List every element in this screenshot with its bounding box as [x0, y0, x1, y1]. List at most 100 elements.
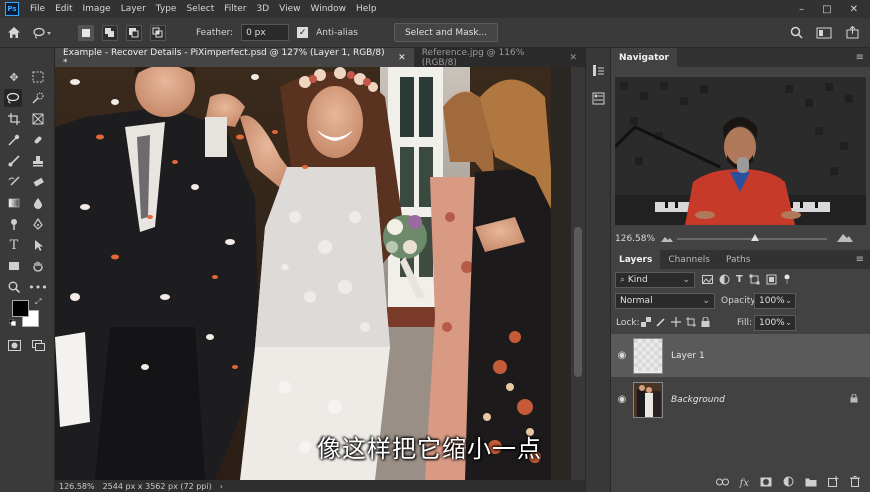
- tab-channels[interactable]: Channels: [660, 250, 718, 269]
- quick-selection-tool-icon[interactable]: [29, 89, 47, 107]
- history-panel-icon[interactable]: [592, 64, 605, 77]
- subtract-from-selection-button[interactable]: [126, 24, 142, 41]
- shape-filter-icon[interactable]: [749, 274, 760, 288]
- dodge-tool-icon[interactable]: [5, 215, 23, 233]
- zoom-in-mountain-icon[interactable]: [837, 231, 853, 243]
- layer-row-layer-1[interactable]: ◉ Layer 1: [611, 334, 870, 377]
- healing-brush-tool-icon[interactable]: [29, 131, 47, 149]
- menu-3d[interactable]: 3D: [252, 4, 275, 14]
- filter-toggle-icon[interactable]: [783, 274, 791, 288]
- tab-layers[interactable]: Layers: [611, 250, 661, 269]
- tab-reference-document[interactable]: Reference.jpg @ 116% (RGB/8) ✕: [414, 48, 585, 68]
- swap-colors-icon[interactable]: ⤢: [35, 297, 41, 307]
- delete-layer-trash-icon[interactable]: [850, 476, 860, 490]
- path-selection-tool-icon[interactable]: [29, 236, 47, 254]
- clone-stamp-tool-icon[interactable]: [29, 152, 47, 170]
- eyedropper-tool-icon[interactable]: [5, 131, 23, 149]
- add-layer-mask-icon[interactable]: [760, 477, 772, 490]
- scrollbar-thumb[interactable]: [574, 227, 582, 377]
- menu-edit[interactable]: Edit: [50, 4, 77, 14]
- layer-row-background[interactable]: ◉ Background: [611, 378, 870, 421]
- lasso-tool-icon[interactable]: [4, 89, 22, 107]
- lock-image-pixels-icon[interactable]: [656, 317, 666, 330]
- layer-visibility-eye-icon[interactable]: ◉: [611, 350, 633, 361]
- menu-type[interactable]: Type: [151, 4, 182, 14]
- layers-menu-icon[interactable]: ≡: [856, 254, 864, 265]
- add-to-selection-button[interactable]: [102, 24, 118, 41]
- status-menu-arrow[interactable]: ›: [220, 482, 223, 491]
- minimize-button[interactable]: –: [799, 4, 804, 15]
- feather-input[interactable]: [241, 24, 290, 41]
- close-tab-icon[interactable]: ✕: [569, 53, 577, 63]
- menu-image[interactable]: Image: [78, 4, 116, 14]
- maximize-button[interactable]: □: [822, 4, 831, 15]
- share-icon[interactable]: [844, 25, 860, 41]
- navigator-zoom-slider-handle[interactable]: [751, 234, 759, 241]
- gradient-tool-icon[interactable]: [5, 194, 23, 212]
- tab-example-document[interactable]: Example - Recover Details - PiXimperfect…: [55, 48, 414, 68]
- menu-layer[interactable]: Layer: [116, 4, 151, 14]
- fill-input[interactable]: 100% ⌄: [754, 315, 796, 331]
- new-group-folder-icon[interactable]: [805, 477, 817, 490]
- layer-visibility-eye-icon[interactable]: ◉: [611, 394, 633, 405]
- navigator-menu-icon[interactable]: ≡: [856, 52, 864, 63]
- blur-tool-icon[interactable]: [29, 194, 47, 212]
- new-layer-icon[interactable]: [828, 476, 839, 490]
- opacity-input[interactable]: 100% ⌄: [754, 293, 796, 309]
- type-tool-icon[interactable]: T: [5, 236, 23, 254]
- zoom-level[interactable]: 126.58%: [59, 482, 95, 491]
- quick-mask-icon[interactable]: [5, 336, 23, 354]
- brush-tool-icon[interactable]: [5, 152, 23, 170]
- history-brush-tool-icon[interactable]: [5, 173, 23, 191]
- navigator-zoom-value[interactable]: 126.58%: [615, 234, 655, 244]
- document-canvas[interactable]: 像这样把它缩小一点: [55, 67, 571, 480]
- menu-file[interactable]: File: [25, 4, 50, 14]
- search-icon[interactable]: [788, 25, 804, 41]
- default-colors-icon[interactable]: [8, 318, 16, 326]
- menu-select[interactable]: Select: [181, 4, 219, 14]
- adjustment-filter-icon[interactable]: [719, 274, 730, 288]
- antialias-checkbox[interactable]: ✓: [297, 27, 309, 38]
- screen-mode-icon[interactable]: [29, 336, 47, 354]
- frame-tool-icon[interactable]: [29, 110, 47, 128]
- marquee-tool-icon[interactable]: [29, 68, 47, 86]
- new-adjustment-layer-icon[interactable]: [783, 476, 794, 490]
- pixel-filter-icon[interactable]: [702, 274, 713, 288]
- lock-all-icon[interactable]: [701, 316, 710, 330]
- blend-mode-dropdown[interactable]: Normal ⌄: [615, 293, 715, 309]
- lasso-preset-icon[interactable]: [30, 25, 54, 41]
- lock-transparent-pixels-icon[interactable]: [641, 317, 651, 330]
- link-layers-icon[interactable]: [715, 478, 729, 489]
- rectangle-tool-icon[interactable]: [5, 257, 23, 275]
- more-tools-icon[interactable]: •••: [28, 278, 47, 296]
- home-icon[interactable]: [6, 25, 22, 41]
- menu-help[interactable]: Help: [351, 4, 382, 14]
- layer-filter-dropdown[interactable]: ⌕ Kind ⌄: [615, 272, 695, 288]
- tab-navigator[interactable]: Navigator: [611, 48, 677, 67]
- move-tool-icon[interactable]: ✥: [5, 68, 23, 86]
- crop-tool-icon[interactable]: [5, 110, 23, 128]
- navigator-preview[interactable]: [615, 77, 866, 225]
- layer-name[interactable]: Layer 1: [671, 351, 705, 361]
- intersect-selection-button[interactable]: [150, 24, 166, 41]
- close-window-button[interactable]: ✕: [850, 4, 858, 15]
- zoom-out-mountain-icon[interactable]: [661, 234, 675, 244]
- hand-tool-icon[interactable]: [29, 257, 47, 275]
- properties-panel-icon[interactable]: [592, 92, 605, 105]
- menu-filter[interactable]: Filter: [219, 4, 251, 14]
- zoom-tool-icon[interactable]: [5, 278, 23, 296]
- eraser-tool-icon[interactable]: [29, 173, 47, 191]
- smart-object-filter-icon[interactable]: [766, 274, 777, 288]
- canvas-scrollbar[interactable]: [571, 67, 585, 480]
- close-tab-icon[interactable]: ✕: [398, 53, 406, 63]
- layer-effects-icon[interactable]: fx: [740, 478, 749, 489]
- select-and-mask-button[interactable]: Select and Mask...: [393, 23, 499, 42]
- foreground-color-swatch[interactable]: [12, 300, 29, 317]
- lock-artboard-icon[interactable]: [686, 317, 696, 330]
- pen-tool-icon[interactable]: [29, 215, 47, 233]
- type-filter-icon[interactable]: T: [736, 274, 743, 288]
- layer-name[interactable]: Background: [671, 395, 725, 405]
- lock-position-icon[interactable]: [671, 317, 681, 330]
- menu-window[interactable]: Window: [306, 4, 352, 14]
- menu-view[interactable]: View: [274, 4, 305, 14]
